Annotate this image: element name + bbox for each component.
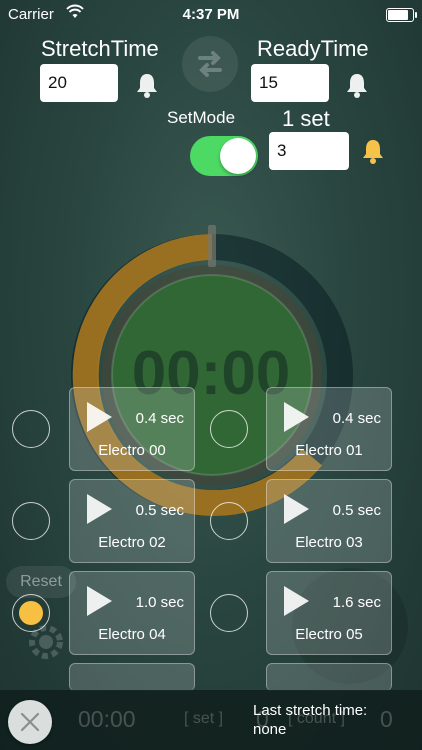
electro-card-partial[interactable] — [266, 663, 392, 691]
ready-bell-icon[interactable] — [344, 71, 370, 99]
close-icon — [20, 712, 40, 732]
setmode-label: SetMode — [167, 108, 236, 127]
electro-select-radio[interactable] — [210, 502, 248, 540]
electro-select-radio[interactable] — [12, 502, 50, 540]
electro-duration: 0.4 sec — [135, 410, 184, 427]
electro-select-radio[interactable] — [12, 594, 50, 632]
stretch-bell-icon[interactable] — [134, 71, 160, 99]
setmode-toggle[interactable] — [190, 136, 258, 176]
toggle-knob — [220, 138, 256, 174]
ready-time-label: ReadyTime — [257, 36, 369, 61]
stretch-time-input[interactable]: 20 — [40, 64, 118, 102]
electro-name: Electro 03 — [295, 534, 363, 551]
electro-name: Electro 01 — [295, 442, 363, 459]
status-bar: Carrier 4:37 PM — [0, 0, 422, 30]
electro-select-radio[interactable] — [12, 410, 50, 448]
set-indicator-label: [ set ] — [184, 710, 224, 727]
electro-card-partial[interactable] — [69, 663, 195, 691]
electro-card[interactable]: 1.0 sec Electro 04 — [69, 571, 195, 655]
last-stretch-label: Last stretch time: — [253, 702, 368, 719]
play-icon[interactable] — [84, 584, 114, 618]
ready-time-input[interactable]: 15 — [251, 64, 329, 102]
electro-name: Electro 00 — [98, 442, 166, 459]
electro-select-radio[interactable] — [210, 594, 248, 632]
set-bell-icon[interactable] — [360, 137, 386, 165]
battery-icon — [386, 8, 417, 22]
play-icon[interactable] — [281, 584, 311, 618]
electro-select-radio[interactable] — [210, 410, 248, 448]
close-button[interactable] — [8, 700, 52, 744]
swap-icon[interactable] — [182, 36, 238, 92]
electro-card[interactable]: 0.5 sec Electro 02 — [69, 479, 195, 563]
electro-name: Electro 05 — [295, 626, 363, 643]
electro-duration: 1.6 sec — [332, 594, 381, 611]
electro-duration: 0.4 sec — [332, 410, 381, 427]
status-time: 4:37 PM — [182, 6, 240, 23]
play-icon[interactable] — [281, 492, 311, 526]
electro-duration: 0.5 sec — [332, 502, 381, 519]
count-indicator-value: 0 — [380, 706, 393, 732]
set-count-input[interactable]: 3 — [269, 132, 349, 170]
electro-duration: 1.0 sec — [135, 594, 184, 611]
electro-card[interactable]: 0.5 sec Electro 03 — [266, 479, 392, 563]
electro-card[interactable]: 1.6 sec Electro 05 — [266, 571, 392, 655]
electro-name: Electro 04 — [98, 626, 166, 643]
play-icon[interactable] — [84, 492, 114, 526]
electro-name: Electro 02 — [98, 534, 166, 551]
stretch-time-label: StretchTime — [41, 36, 159, 61]
last-stretch-time: Last stretch time: none — [253, 701, 367, 739]
reset-button[interactable]: Reset — [6, 566, 76, 598]
elapsed-time: 00:00 — [78, 706, 136, 732]
play-icon[interactable] — [281, 400, 311, 434]
play-icon[interactable] — [84, 400, 114, 434]
set-count-label: 1 set — [282, 106, 330, 131]
electro-card[interactable]: 0.4 sec Electro 00 — [69, 387, 195, 471]
last-stretch-value: none — [253, 721, 287, 738]
electro-card[interactable]: 0.4 sec Electro 01 — [266, 387, 392, 471]
electro-duration: 0.5 sec — [135, 502, 184, 519]
